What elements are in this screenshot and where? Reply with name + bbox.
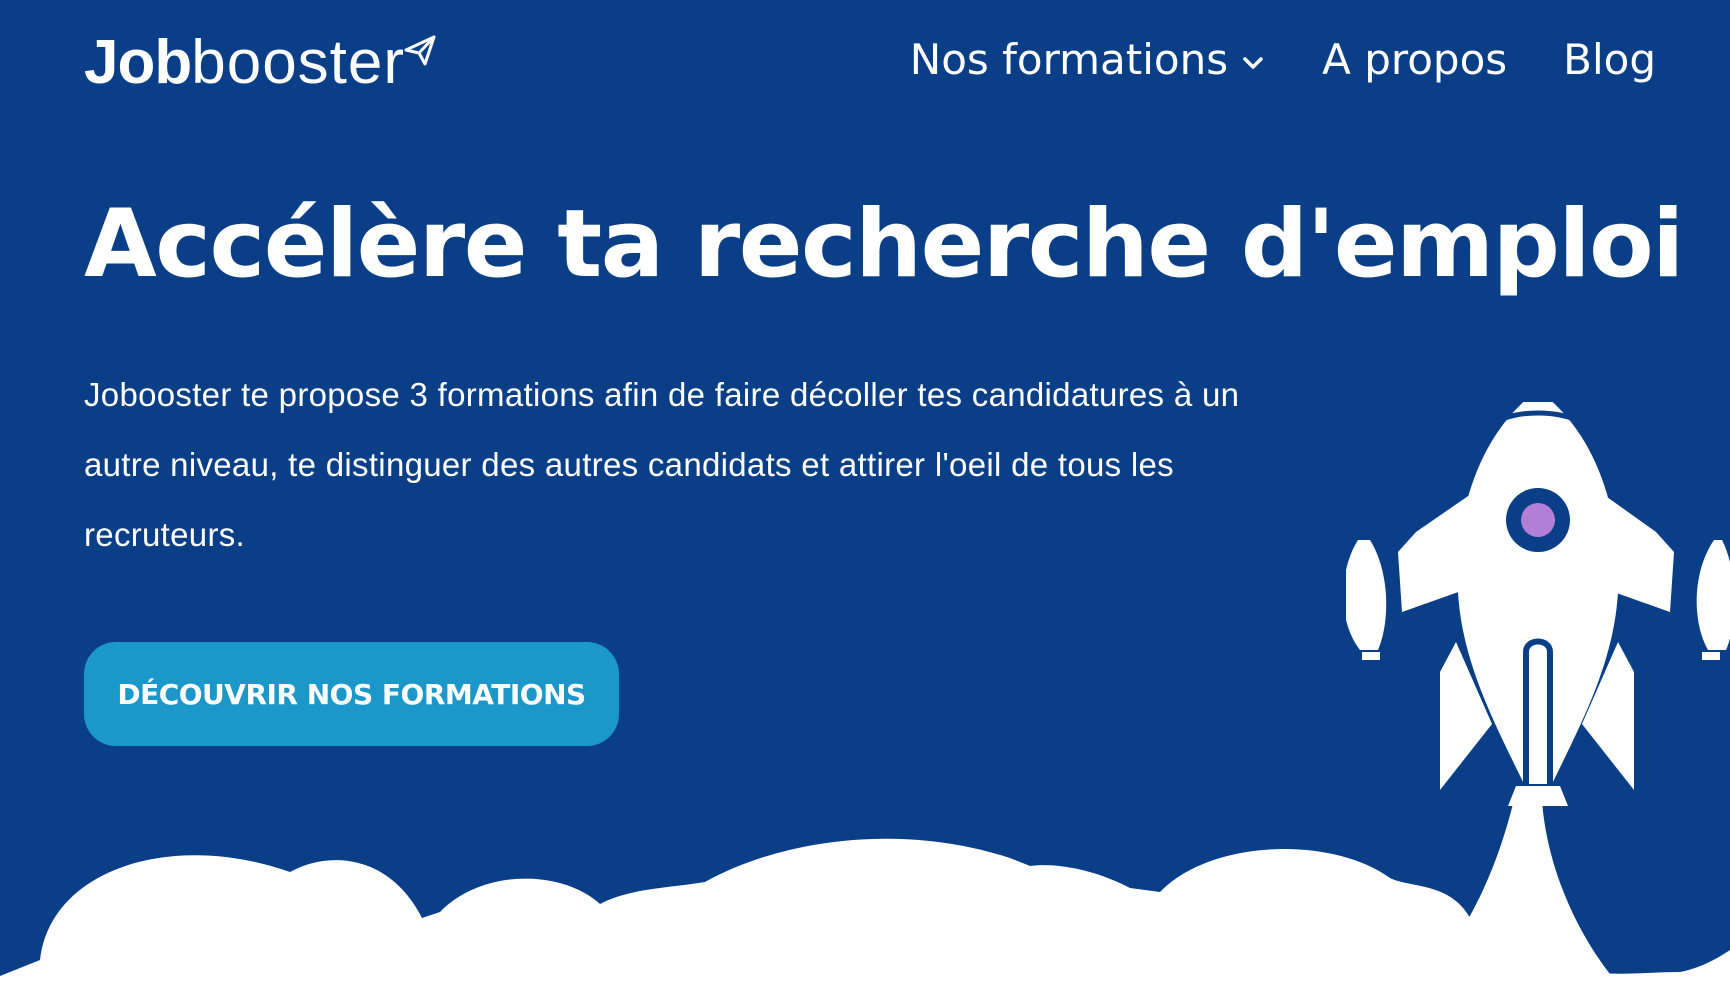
discover-formations-button[interactable]: DÉCOUVRIR NOS FORMATIONS	[84, 642, 619, 746]
main-navigation: Nos formations A propos Blog	[910, 30, 1656, 90]
logo-text-job: Job	[84, 28, 192, 97]
logo-wordmark: Jobbooster	[84, 32, 405, 94]
hero-description: Jobooster te propose 3 formations afin d…	[84, 376, 1240, 553]
logo-text-booster: booster	[191, 28, 406, 97]
nav-item-formations[interactable]: Nos formations	[910, 30, 1266, 90]
chevron-down-icon	[1243, 57, 1263, 69]
nav-item-a-propos[interactable]: A propos	[1322, 30, 1507, 90]
nav-item-blog[interactable]: Blog	[1563, 30, 1656, 90]
landing-page: Jobbooster Nos formations A propos Blog …	[0, 0, 1730, 998]
hero-title: Accélère ta recherche d'emploi	[84, 190, 1684, 299]
rocket-icon	[1346, 402, 1730, 998]
paper-plane-icon	[404, 35, 436, 66]
nav-item-formations-label: Nos formations	[909, 35, 1229, 84]
jobooster-logo[interactable]: Jobbooster	[84, 24, 437, 94]
